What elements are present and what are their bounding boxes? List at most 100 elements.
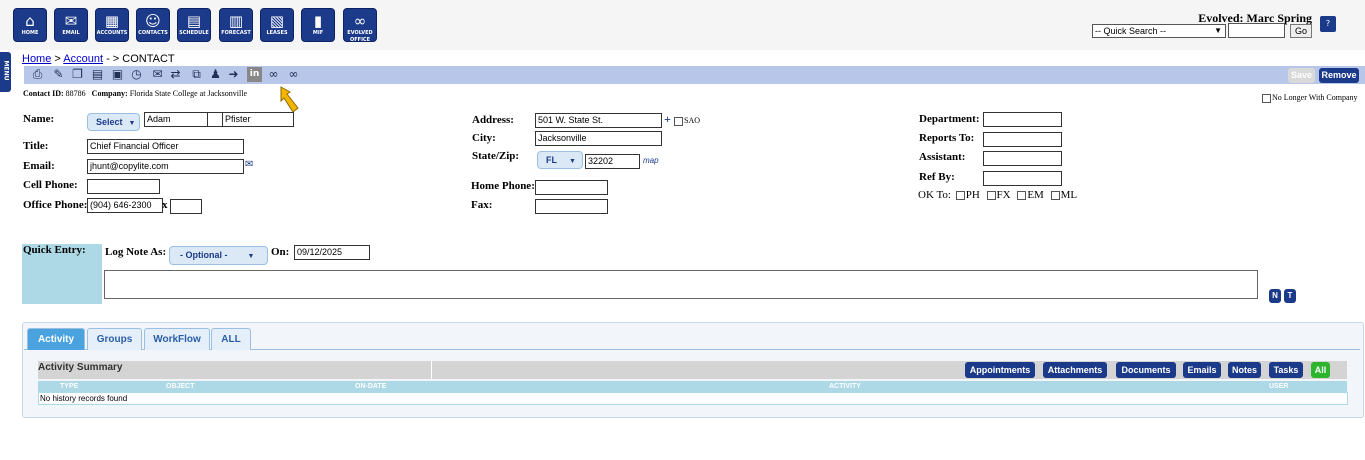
column-type: TYPE — [60, 383, 79, 390]
document-icon[interactable]: ▤ — [90, 67, 105, 82]
email-label: Email: — [23, 160, 55, 172]
linkedin-icon[interactable]: in — [247, 67, 262, 82]
attach-icon[interactable]: ✎ — [51, 67, 66, 82]
nav-schedule-button[interactable]: ▤ SCHEDULE — [177, 8, 211, 42]
email-compose-icon[interactable]: ✉ — [245, 159, 253, 170]
state-select[interactable]: FL ▼ — [537, 151, 583, 169]
cell-phone-input[interactable] — [87, 179, 160, 194]
ok-em-checkbox[interactable] — [1017, 190, 1027, 200]
office-phone-label: Office Phone: — [23, 199, 88, 211]
nav-accounts-button[interactable]: ▦ ACCOUNTS — [95, 8, 129, 42]
quick-entry-label: Quick Entry: — [23, 244, 86, 256]
person-icon[interactable]: ♟ — [208, 67, 223, 82]
leases-icon: ▧ — [269, 12, 285, 30]
assistant-input[interactable] — [983, 151, 1062, 166]
ref-by-label: Ref By: — [919, 171, 955, 183]
nav-evolved-office-button[interactable]: ∞ EVOLVED OFFICE — [343, 8, 377, 43]
company-value: Florida State College at Jacksonville — [129, 89, 247, 98]
transfer-icon[interactable]: ➜ — [226, 67, 241, 82]
nav-label: CONTACTS — [138, 30, 168, 36]
history-table-header — [38, 381, 1347, 392]
filter-appointments-button[interactable]: Appointments — [965, 362, 1035, 378]
department-input[interactable] — [983, 112, 1062, 127]
tab-groups[interactable]: Groups — [87, 328, 142, 350]
home-phone-input[interactable] — [535, 180, 608, 195]
sao-option[interactable]: SAO — [674, 116, 700, 126]
new-task-button[interactable]: T — [1284, 289, 1296, 303]
email-merge-icon[interactable]: ✉ — [150, 67, 165, 82]
go-button[interactable]: Go — [1290, 24, 1312, 38]
print-icon[interactable]: ⎙ — [30, 67, 45, 82]
tab-all[interactable]: ALL — [211, 328, 251, 350]
filter-documents-button[interactable]: Documents — [1116, 362, 1176, 378]
zip-input[interactable]: 32202 — [585, 154, 640, 169]
fax-input[interactable] — [535, 199, 608, 214]
email-input[interactable]: jhunt@copylite.com — [87, 159, 244, 174]
no-longer-label: No Longer With Company — [1272, 93, 1358, 102]
evolved-add-icon[interactable]: ∞ — [286, 67, 301, 82]
middle-name-input[interactable] — [207, 112, 223, 127]
reports-to-input[interactable] — [983, 132, 1062, 147]
breadcrumb-home[interactable]: Home — [22, 53, 51, 65]
ok-fx-checkbox[interactable] — [986, 190, 996, 200]
quick-note-textarea[interactable] — [104, 270, 1258, 299]
side-menu-tab[interactable]: MENU — [0, 52, 11, 92]
title-input[interactable]: Chief Financial Officer — [87, 139, 244, 154]
clock-icon[interactable]: ◷ — [129, 67, 144, 82]
accounts-icon: ▦ — [104, 12, 120, 30]
ref-by-input[interactable] — [983, 171, 1062, 186]
merge-icon[interactable]: ⧉ — [189, 67, 204, 82]
nav-email-button[interactable]: ✉ EMAIL — [54, 8, 88, 42]
log-note-select[interactable]: - Optional - ▼ — [169, 246, 268, 265]
log-date-input[interactable]: 09/12/2025 — [294, 245, 370, 260]
nav-home-button[interactable]: ⌂ HOME — [13, 8, 47, 42]
map-link[interactable]: map — [643, 156, 659, 165]
ok-ph-checkbox[interactable] — [955, 190, 965, 200]
no-longer-checkbox[interactable] — [1262, 93, 1271, 103]
office-phone-input[interactable]: (904) 646-2300 — [87, 198, 163, 213]
ext-input[interactable] — [170, 199, 202, 214]
tab-workflow[interactable]: WorkFlow — [144, 328, 210, 350]
save-button[interactable]: Save — [1288, 68, 1315, 83]
remove-button[interactable]: Remove — [1319, 68, 1359, 83]
swap-icon[interactable]: ⇄ — [168, 67, 183, 82]
nav-label: LEASES — [266, 30, 288, 36]
filter-emails-button[interactable]: Emails — [1183, 362, 1221, 378]
reports-to-label: Reports To: — [919, 132, 975, 144]
address-label: Address: — [472, 114, 514, 126]
sao-checkbox[interactable] — [674, 116, 683, 126]
address-input[interactable]: 501 W. State St. — [535, 113, 662, 128]
nav-contacts-button[interactable]: ☺ CONTACTS — [136, 8, 170, 42]
nav-label: MIF — [312, 30, 324, 36]
new-note-button[interactable]: N — [1269, 289, 1281, 303]
tab-activity[interactable]: Activity — [27, 328, 85, 350]
nav-label: EMAIL — [62, 30, 80, 36]
filter-all-button[interactable]: All — [1311, 362, 1330, 378]
name-prefix-value: Select — [96, 117, 123, 127]
filter-attachments-button[interactable]: Attachments — [1043, 362, 1107, 378]
filter-notes-button[interactable]: Notes — [1228, 362, 1261, 378]
contact-id-value: 88786 — [65, 89, 86, 98]
breadcrumb-account[interactable]: Account — [63, 53, 103, 65]
nav-mif-button[interactable]: ▮ MIF — [301, 8, 335, 42]
filter-tasks-button[interactable]: Tasks — [1269, 362, 1303, 378]
copy-icon[interactable]: ❐ — [70, 67, 85, 82]
name-prefix-select[interactable]: Select ▼ — [87, 113, 140, 131]
contacts-icon: ☺ — [145, 12, 161, 30]
nav-forecast-button[interactable]: ▥ FORECAST — [219, 8, 253, 42]
quick-search-input[interactable] — [1228, 23, 1285, 38]
last-name-input[interactable]: Pfister — [222, 112, 294, 127]
breadcrumb: Home > Account - > CONTACT — [22, 53, 175, 65]
no-longer-with-company[interactable]: No Longer With Company — [1262, 93, 1358, 103]
help-icon[interactable]: ? — [1320, 16, 1336, 32]
city-input[interactable]: Jacksonville — [535, 131, 662, 146]
clipboard-icon[interactable]: ▣ — [110, 67, 125, 82]
add-address-button[interactable]: + — [664, 112, 671, 127]
log-note-label: Log Note As: — [105, 246, 167, 258]
nav-leases-button[interactable]: ▧ LEASES — [260, 8, 294, 42]
first-name-input[interactable]: Adam — [144, 112, 209, 127]
ok-ml-checkbox[interactable] — [1050, 190, 1060, 200]
quick-search-select[interactable]: -- Quick Search -- ▼ — [1092, 24, 1226, 38]
evolved-icon[interactable]: ∞ — [266, 67, 281, 82]
log-note-value: - Optional - — [180, 250, 228, 260]
